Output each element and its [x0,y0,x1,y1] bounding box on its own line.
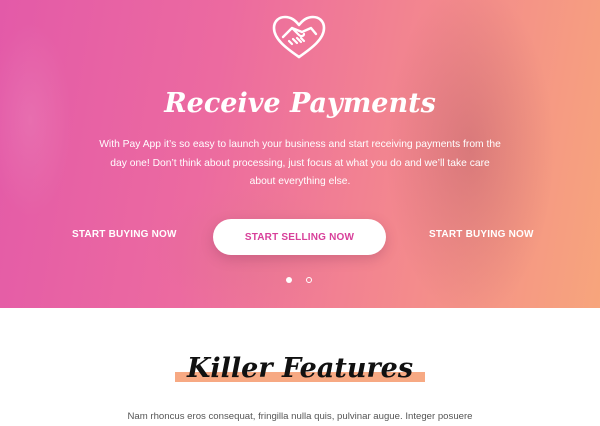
slider-dot-active[interactable] [286,277,292,283]
features-description: Nam rhoncus eros consequat, fringilla nu… [127,411,473,422]
start-selling-button[interactable]: START SELLING NOW [213,219,386,255]
handshake-heart-icon [268,14,330,60]
hero-section: Receive Payments With Pay App it’s so ea… [0,0,600,308]
features-title: Killer Features [186,353,414,384]
start-buying-link-right[interactable]: START BUYING NOW [429,229,534,240]
slider-dot[interactable] [306,277,312,283]
features-heading: Killer Features [0,353,600,384]
features-heading-highlight: Killer Features [174,353,426,384]
hero-title: Receive Payments [164,88,436,119]
start-buying-link-left[interactable]: START BUYING NOW [72,229,177,240]
hero-description: With Pay App it’s so easy to launch your… [99,139,501,187]
